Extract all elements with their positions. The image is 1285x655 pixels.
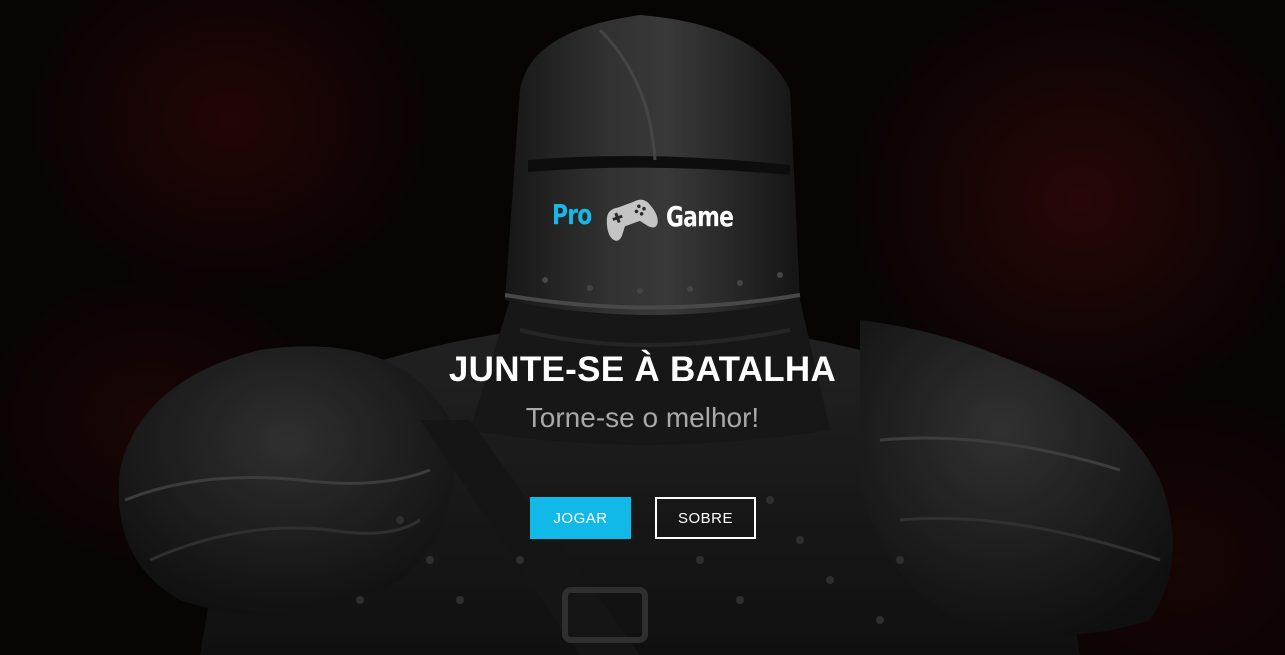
logo-pro-text: Pro xyxy=(552,198,592,231)
hero-subtitle: Torne-se o melhor! xyxy=(525,402,760,433)
logo[interactable]: Pro Game xyxy=(550,190,740,244)
about-button[interactable]: SOBRE xyxy=(655,497,756,539)
play-button[interactable]: JOGAR xyxy=(530,497,631,539)
hero-title: JUNTE-SE À BATALHA xyxy=(448,350,837,389)
dark-overlay xyxy=(0,0,1285,655)
gamepad-icon xyxy=(606,199,658,241)
hero-section: Pro Game JUNTE-SE À BATALHA Torne-se o m… xyxy=(0,0,1285,655)
logo-game-text: Game xyxy=(666,200,734,233)
